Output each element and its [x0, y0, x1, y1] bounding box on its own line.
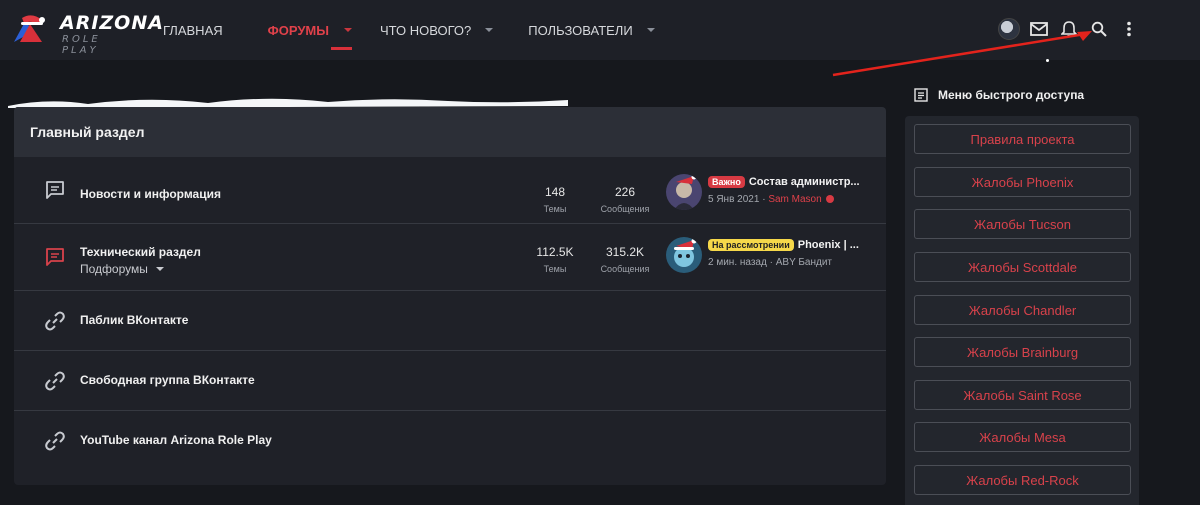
messages-stat: 226 Сообщения [590, 185, 660, 214]
chevron-down-icon [155, 267, 164, 271]
logo-mark-icon [14, 15, 45, 42]
forum-row: Новости и информация 148 Темы 226 Сообще… [14, 157, 886, 224]
threads-count: 112.5K [536, 245, 574, 259]
messages-count: 315.2K [605, 245, 645, 259]
forum-title[interactable]: Новости и информация [80, 187, 221, 201]
annotation-arrow [832, 31, 1092, 77]
important-badge: Важно [708, 176, 745, 188]
last-thread-name: Состав администр... [748, 176, 860, 188]
main-nav: ГЛАВНАЯ ФОРУМЫ ЧТО НОВОГО? ПОЛЬЗОВАТЕЛИ [150, 0, 668, 60]
quick-link-complaints-brainburg[interactable]: Жалобы Brainburg [914, 337, 1131, 367]
quick-access-title-text: Меню быстрого доступа [938, 88, 1085, 102]
nav-forums-label: ФОРУМЫ [267, 22, 329, 38]
threads-label: Темы [543, 204, 567, 214]
threads-count: 148 [544, 185, 566, 199]
main-section-card: Главный раздел Новости и информация 148 … [14, 107, 886, 485]
last-post-meta: 2 мин. назад · ABY Бандит [708, 257, 832, 268]
quick-link-rules[interactable]: Правила проекта [914, 124, 1131, 154]
arizona-logo[interactable]: ARIZONA ROLE PLAY [12, 10, 163, 56]
nav-home[interactable]: ГЛАВНАЯ [150, 0, 236, 60]
nav-users[interactable]: ПОЛЬЗОВАТЕЛИ [506, 0, 667, 60]
messages-label: Сообщения [600, 264, 650, 274]
last-poster-name[interactable]: ABY Бандит [776, 257, 832, 268]
link-row: YouTube канал Arizona Role Play [14, 411, 886, 471]
last-post-date[interactable]: 2 мин. назад [708, 257, 767, 268]
subforums-toggle[interactable]: Подфорумы [80, 262, 164, 276]
under-review-badge: На рассмотрении [708, 239, 794, 251]
last-post-meta: 5 Янв 2021 · Sam Mason [708, 194, 835, 205]
quick-access-title: Меню быстрого доступа [914, 88, 1084, 102]
link-title[interactable]: Свободная группа ВКонтакте [80, 373, 255, 387]
list-icon [914, 88, 928, 102]
nav-whats-new[interactable]: ЧТО НОВОГО? [365, 0, 506, 60]
nav-home-label: ГЛАВНАЯ [163, 22, 223, 38]
meta-separator: · [766, 257, 776, 268]
last-post: Важно Состав администр... 5 Янв 2021 · S… [666, 173, 876, 213]
subforums-label: Подфорумы [80, 262, 148, 276]
link-row: Паблик ВКонтакте [14, 291, 886, 351]
quick-link-complaints-tucson[interactable]: Жалобы Tucson [914, 209, 1131, 239]
chat-icon [46, 181, 64, 199]
link-row: Свободная группа ВКонтакте [14, 351, 886, 411]
quick-access-panel: Правила проекта Жалобы Phoenix Жалобы Tu… [905, 116, 1139, 505]
chevron-down-icon[interactable] [485, 28, 494, 32]
threads-stat: 112.5K Темы [520, 245, 590, 274]
chat-icon [46, 248, 64, 266]
link-icon [45, 431, 65, 451]
nav-users-label: ПОЛЬЗОВАТЕЛИ [528, 22, 633, 38]
chevron-down-icon[interactable] [344, 28, 352, 32]
last-poster-name[interactable]: Sam Mason [768, 194, 821, 205]
forum-title[interactable]: Технический раздел [80, 245, 201, 259]
quick-link-complaints-saint-rose[interactable]: Жалобы Saint Rose [914, 380, 1131, 410]
last-poster-avatar[interactable] [666, 174, 702, 210]
meta-separator: · [759, 194, 769, 205]
brand-title: ARIZONA [60, 12, 164, 34]
snow-dot [1046, 59, 1049, 62]
chevron-down-icon[interactable] [646, 28, 655, 32]
last-poster-avatar[interactable] [666, 237, 702, 273]
messages-count: 226 [614, 185, 636, 199]
forum-row: Технический раздел Подфорумы 112.5K Темы… [14, 224, 886, 291]
more-vert-icon[interactable] [1118, 18, 1140, 40]
messages-label: Сообщения [600, 204, 650, 214]
last-thread-title[interactable]: Важно Состав администр... [708, 176, 878, 188]
quick-link-complaints-phoenix[interactable]: Жалобы Phoenix [914, 167, 1131, 197]
brand-subtitle: ROLE PLAY [62, 34, 101, 56]
last-post-date[interactable]: 5 Янв 2021 [708, 194, 759, 205]
nav-forums[interactable]: ФОРУМЫ [236, 0, 365, 60]
quick-link-complaints-red-rock[interactable]: Жалобы Red-Rock [914, 465, 1131, 495]
user-status-dot-icon [826, 195, 835, 203]
last-thread-title[interactable]: На рассмотрении Phoenix | ... [708, 239, 878, 251]
quick-link-complaints-scottdale[interactable]: Жалобы Scottdale [914, 252, 1131, 282]
threads-stat: 148 Темы [520, 185, 590, 214]
section-title[interactable]: Главный раздел [14, 107, 886, 157]
messages-stat: 315.2K Сообщения [590, 245, 660, 274]
link-icon [45, 311, 65, 330]
nav-whats-new-label: ЧТО НОВОГО? [380, 22, 472, 38]
quick-link-complaints-mesa[interactable]: Жалобы Mesa [914, 422, 1131, 452]
threads-label: Темы [543, 264, 567, 274]
last-thread-name: Phoenix | ... [797, 239, 859, 251]
last-post: На рассмотрении Phoenix | ... 2 мин. наз… [666, 236, 876, 276]
quick-link-complaints-chandler[interactable]: Жалобы Chandler [914, 295, 1131, 325]
link-title[interactable]: Паблик ВКонтакте [80, 313, 188, 327]
link-title[interactable]: YouTube канал Arizona Role Play [80, 433, 272, 447]
link-icon [45, 371, 65, 390]
